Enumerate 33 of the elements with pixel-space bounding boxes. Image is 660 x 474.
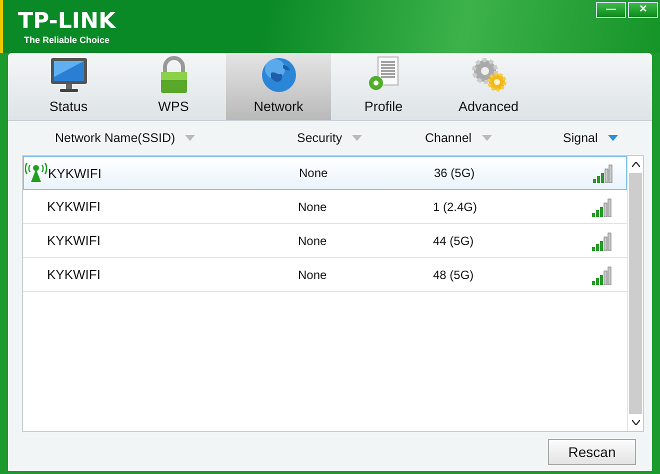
scroll-up-icon: [632, 162, 640, 167]
column-header[interactable]: Network Name(SSID): [22, 131, 297, 145]
channel-text: 48 (5G): [433, 268, 474, 282]
brand-logo: TP-LINK: [18, 9, 116, 35]
column-header[interactable]: Security: [297, 131, 425, 145]
ssid-text: KYKWIFI: [48, 166, 102, 180]
network-row[interactable]: KYKWIFI None 36 (5G): [23, 156, 627, 190]
ssid-text: KYKWIFI: [47, 267, 100, 282]
tab[interactable]: Status: [16, 53, 121, 120]
monitor-icon: [48, 55, 88, 95]
column-header[interactable]: Signal: [563, 131, 633, 145]
channel-text: 44 (5G): [433, 234, 474, 248]
wireless-tower-icon: [25, 163, 47, 183]
scroll-down-icon: [632, 420, 640, 425]
rescan-button[interactable]: Rescan: [548, 438, 636, 464]
tab[interactable]: Network: [226, 53, 331, 120]
channel-text: 36 (5G): [434, 166, 475, 180]
column-header[interactable]: Channel: [425, 131, 563, 145]
security-text: None: [299, 166, 328, 180]
network-row[interactable]: KYKWIFI None 48 (5G): [23, 258, 627, 292]
scrollbar[interactable]: [627, 156, 643, 431]
tab[interactable]: Advanced: [436, 53, 541, 120]
ssid-text: KYKWIFI: [47, 199, 100, 214]
tab[interactable]: WPS: [121, 53, 226, 120]
ssid-text: KYKWIFI: [47, 233, 100, 248]
brand-tagline: The Reliable Choice: [23, 35, 111, 45]
security-text: None: [298, 268, 327, 282]
network-row[interactable]: KYKWIFI None 1 (2.4G): [23, 190, 627, 224]
security-text: None: [298, 234, 327, 248]
security-text: None: [298, 200, 327, 214]
channel-text: 1 (2.4G): [433, 200, 478, 214]
network-row[interactable]: KYKWIFI None 44 (5G): [23, 224, 627, 258]
tab[interactable]: Profile: [331, 53, 436, 120]
